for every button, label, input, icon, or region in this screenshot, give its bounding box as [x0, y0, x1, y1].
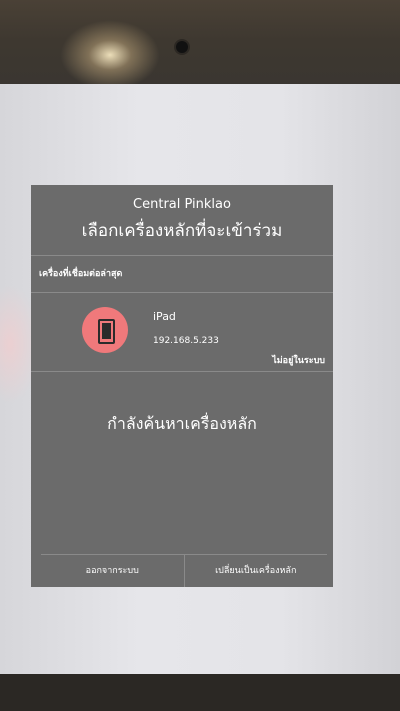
- dialog-footer: ออกจากระบบ เปลี่ยนเป็นเครื่องหลัก: [41, 554, 327, 587]
- device-bezel-bottom: [0, 674, 400, 711]
- logout-button[interactable]: ออกจากระบบ: [41, 555, 185, 587]
- switch-to-main-button[interactable]: เปลี่ยนเป็นเครื่องหลัก: [185, 555, 328, 587]
- tablet-icon: [98, 319, 115, 344]
- front-camera: [176, 41, 188, 53]
- light-flare: [60, 20, 160, 90]
- device-ip: 192.168.5.233: [153, 336, 219, 346]
- device-row-ipad[interactable]: iPad 192.168.5.233 ไม่อยู่ในระบบ: [31, 293, 333, 372]
- dialog-title: เลือกเครื่องหลักที่จะเข้าร่วม: [81, 221, 283, 241]
- dialog-header: Central Pinklao เลือกเครื่องหลักที่จะเข้…: [31, 185, 333, 256]
- store-name: Central Pinklao: [133, 197, 231, 212]
- device-name: iPad: [153, 310, 176, 323]
- device-status: ไม่อยู่ในระบบ: [272, 356, 325, 366]
- recent-devices-label: เครื่องที่เชื่อมต่อล่าสุด: [31, 256, 333, 293]
- device-avatar: [82, 307, 128, 353]
- searching-status: กำลังค้นหาเครื่องหลัก: [107, 414, 257, 433]
- select-main-device-dialog: Central Pinklao เลือกเครื่องหลักที่จะเข้…: [31, 185, 333, 587]
